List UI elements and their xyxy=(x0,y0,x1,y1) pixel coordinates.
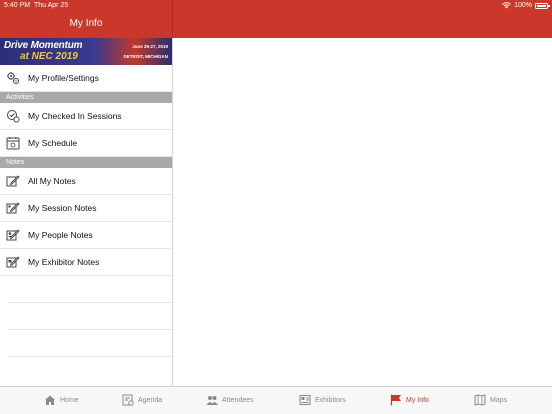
sidebar-item-label: My People Notes xyxy=(28,230,93,240)
status-bar: 5:40 PM Thu Apr 25 100% xyxy=(0,0,552,12)
tab-attendees[interactable]: Attendees xyxy=(206,394,254,406)
sidebar-item-profile-settings[interactable]: My Profile/Settings xyxy=(0,65,172,92)
tab-label: Attendees xyxy=(222,396,254,404)
tab-label: Maps xyxy=(490,396,508,404)
banner-dates: June 25-27, 2019 xyxy=(132,44,168,49)
tab-home[interactable]: Home xyxy=(44,394,79,406)
sidebar-item-exhibitor-notes[interactable]: My Exhibitor Notes xyxy=(0,249,172,276)
tab-label: Agenda xyxy=(138,396,163,404)
battery-icon xyxy=(535,2,550,9)
sidebar-item-schedule[interactable]: My Schedule xyxy=(0,130,172,157)
tab-label: Home xyxy=(60,396,79,404)
empty-row xyxy=(8,303,172,330)
schedule-icon xyxy=(6,137,20,150)
tab-exhibitors[interactable]: Exhibitors xyxy=(299,394,346,406)
sidebar-item-people-notes[interactable]: My People Notes xyxy=(0,222,172,249)
page-title: My Info xyxy=(69,18,103,29)
sidebar-item-label: All My Notes xyxy=(28,176,76,186)
tab-bar: Home Agenda Attendees Exhibitors My Info… xyxy=(0,386,552,414)
people-notes-icon xyxy=(6,229,20,241)
home-icon xyxy=(45,395,55,405)
sidebar-item-label: My Schedule xyxy=(28,138,78,148)
wifi-icon xyxy=(502,2,511,9)
attendees-icon xyxy=(206,396,218,405)
gears-icon xyxy=(7,72,19,84)
tab-my-info[interactable]: My Info xyxy=(390,394,429,406)
status-indicators: 100% xyxy=(502,2,550,9)
sidebar-item-label: My Checked In Sessions xyxy=(28,111,122,121)
tab-maps[interactable]: Maps xyxy=(474,394,507,406)
tab-label: Exhibitors xyxy=(315,396,346,404)
sidebar-item-session-notes[interactable]: My Session Notes xyxy=(0,195,172,222)
sidebar: Drive Momentum at NEC 2019 June 25-27, 2… xyxy=(0,38,173,386)
sidebar-item-all-notes[interactable]: All My Notes xyxy=(0,168,172,195)
section-header-activities: Activities xyxy=(0,92,172,103)
status-time: 5:40 PM xyxy=(4,2,31,9)
event-banner[interactable]: Drive Momentum at NEC 2019 June 25-27, 2… xyxy=(0,38,172,65)
agenda-icon xyxy=(122,394,134,406)
sidebar-item-checked-in-sessions[interactable]: My Checked In Sessions xyxy=(0,103,172,130)
detail-pane xyxy=(174,38,552,386)
exhibitor-notes-icon xyxy=(6,256,20,268)
banner-location: DETROIT, MICHIGAN xyxy=(123,54,169,59)
flag-icon xyxy=(390,394,401,406)
exhibitors-icon xyxy=(299,395,311,405)
map-icon xyxy=(474,394,486,406)
notes-icon xyxy=(6,175,20,187)
battery-percent: 100% xyxy=(514,2,532,9)
sidebar-item-label: My Profile/Settings xyxy=(28,73,99,83)
session-notes-icon xyxy=(6,202,20,214)
checked-in-icon xyxy=(7,110,20,123)
sidebar-item-label: My Session Notes xyxy=(28,203,97,213)
banner-title: Drive Momentum xyxy=(4,40,83,51)
empty-row xyxy=(8,276,172,303)
tab-label: My Info xyxy=(406,396,429,404)
sidebar-item-label: My Exhibitor Notes xyxy=(28,257,100,267)
tab-agenda[interactable]: Agenda xyxy=(122,394,162,406)
status-date: Thu Apr 25 xyxy=(34,2,69,9)
section-header-notes: Notes xyxy=(0,157,172,168)
empty-row xyxy=(8,330,172,357)
banner-subtitle: at NEC 2019 xyxy=(20,51,78,62)
